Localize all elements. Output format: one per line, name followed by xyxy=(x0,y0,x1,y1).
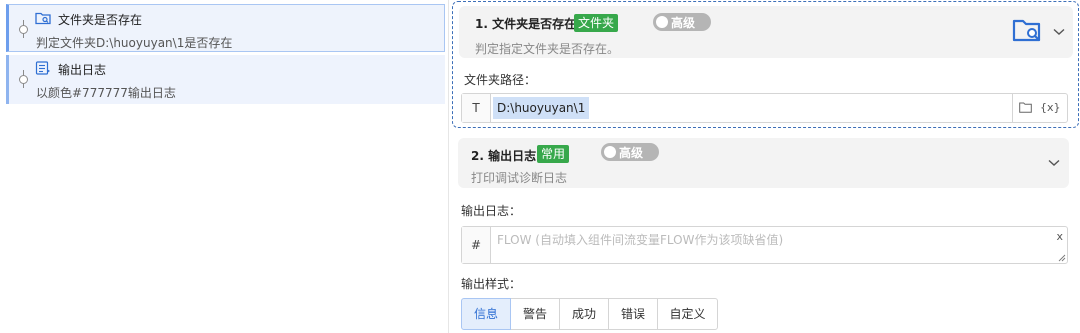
step2-advanced-toggle[interactable]: 高级 xyxy=(601,143,659,161)
flow-list: 文件夹是否存在 判定文件夹D:\huoyuyan\1是否存在 输出日志 以颜色#… xyxy=(0,0,447,333)
resize-grip-icon[interactable] xyxy=(1058,254,1066,262)
step2-tag: 常用 xyxy=(537,145,570,163)
text-type-indicator: T xyxy=(462,94,491,122)
expression-type-indicator: # xyxy=(462,227,491,263)
flow-item-title: 文件夹是否存在 xyxy=(58,13,143,27)
style-option-custom[interactable]: 自定义 xyxy=(657,298,718,330)
folder-path-value[interactable]: D:\huoyuyan\1 xyxy=(493,97,590,119)
step2-subtitle: 打印调试诊断日志 xyxy=(471,171,568,185)
style-option-info[interactable]: 信息 xyxy=(461,298,511,330)
folder-path-field[interactable]: T D:\huoyuyan\1 {x} xyxy=(461,93,1068,123)
variable-insert-button[interactable]: {x} xyxy=(1040,101,1061,114)
step2-title: 2. 输出日志 xyxy=(471,149,537,163)
toggle-label: 高级 xyxy=(671,16,696,30)
flow-item-title: 输出日志 xyxy=(58,63,107,77)
flow-node-connector xyxy=(19,70,28,88)
flow-item-output-log[interactable]: 输出日志 以颜色#777777输出日志 xyxy=(6,55,445,104)
clear-button[interactable]: x xyxy=(1056,230,1063,243)
style-option-error[interactable]: 错误 xyxy=(608,298,658,330)
style-option-warning[interactable]: 警告 xyxy=(510,298,560,330)
output-style-label: 输出样式： xyxy=(461,277,522,291)
chevron-down-icon[interactable] xyxy=(1048,159,1060,167)
folder-browse-icon[interactable] xyxy=(1019,102,1032,113)
flow-node-connector xyxy=(19,20,28,38)
output-style-selector: 信息 警告 成功 错误 自定义 xyxy=(461,298,718,330)
folder-search-icon xyxy=(35,12,51,25)
step1-subtitle: 判定指定文件夹是否存在。 xyxy=(475,42,620,56)
style-option-success[interactable]: 成功 xyxy=(559,298,609,330)
property-panel: 1. 文件夹是否存在 文件夹 高级 判定指定文件夹是否存在。 文件夹路径： T … xyxy=(448,0,1080,333)
flow-item-folder-exists[interactable]: 文件夹是否存在 判定文件夹D:\huoyuyan\1是否存在 xyxy=(6,4,445,52)
step1-tag: 文件夹 xyxy=(574,14,619,32)
flow-item-desc: 以颜色#777777输出日志 xyxy=(36,86,176,100)
log-label: 输出日志： xyxy=(461,204,522,218)
step1-card: 1. 文件夹是否存在 文件夹 高级 判定指定文件夹是否存在。 文件夹路径： T … xyxy=(452,1,1079,128)
chevron-down-icon[interactable] xyxy=(1053,28,1065,36)
step1-title: 1. 文件夹是否存在 xyxy=(475,17,577,31)
log-placeholder: FLOW (自动填入组件间流变量FLOW作为该项缺省值) xyxy=(497,233,784,247)
flow-item-desc: 判定文件夹D:\huoyuyan\1是否存在 xyxy=(36,36,233,50)
step1-header[interactable]: 1. 文件夹是否存在 文件夹 高级 判定指定文件夹是否存在。 xyxy=(459,6,1073,58)
folder-search-icon xyxy=(1012,19,1041,42)
step2-header[interactable]: 2. 输出日志 常用 高级 打印调试诊断日志 xyxy=(458,138,1069,188)
log-output-icon xyxy=(35,61,50,75)
folder-path-label: 文件夹路径： xyxy=(464,73,537,87)
log-textarea[interactable]: # FLOW (自动填入组件间流变量FLOW作为该项缺省值) x xyxy=(461,226,1068,264)
toggle-label: 高级 xyxy=(619,146,644,160)
path-actions: {x} xyxy=(1012,94,1067,122)
step1-advanced-toggle[interactable]: 高级 xyxy=(653,13,711,31)
